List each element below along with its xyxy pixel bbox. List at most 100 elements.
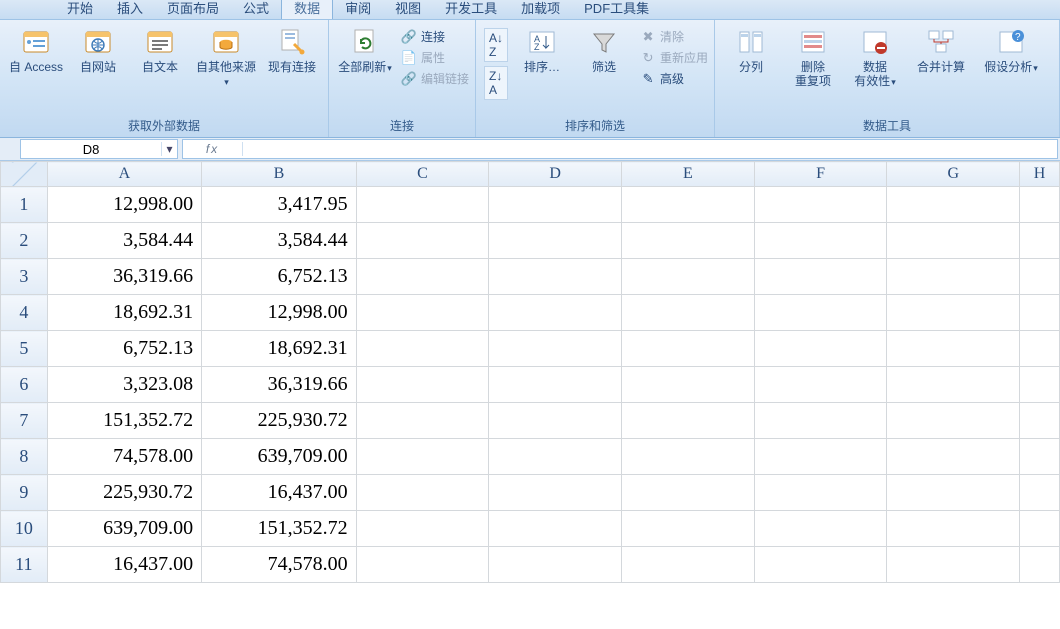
from-web-button[interactable]: 自网站 — [68, 24, 128, 76]
cell-E6[interactable] — [622, 367, 755, 403]
cell-H8[interactable] — [1020, 439, 1060, 475]
cell-A9[interactable]: 225,930.72 — [47, 475, 201, 511]
fx-icon[interactable]: fx — [183, 142, 243, 156]
sort-asc-button[interactable]: A↓Z — [484, 28, 508, 62]
col-header-B[interactable]: B — [202, 162, 356, 187]
name-box-dropdown[interactable]: ▾ — [161, 142, 177, 156]
cell-G6[interactable] — [887, 367, 1020, 403]
cell-C6[interactable] — [356, 367, 489, 403]
cell-G8[interactable] — [887, 439, 1020, 475]
cell-E5[interactable] — [622, 331, 755, 367]
cell-F3[interactable] — [754, 259, 887, 295]
clear-filter-button[interactable]: ✖ 清除 — [640, 28, 708, 45]
cell-F7[interactable] — [754, 403, 887, 439]
cell-H9[interactable] — [1020, 475, 1060, 511]
cell-B11[interactable]: 74,578.00 — [202, 547, 356, 583]
cell-G11[interactable] — [887, 547, 1020, 583]
whatif-button[interactable]: ? 假设分析▾ — [977, 24, 1045, 77]
row-header-3[interactable]: 3 — [1, 259, 48, 295]
cell-A4[interactable]: 18,692.31 — [47, 295, 201, 331]
tab-data[interactable]: 数据 — [281, 0, 333, 19]
cell-G7[interactable] — [887, 403, 1020, 439]
cell-B8[interactable]: 639,709.00 — [202, 439, 356, 475]
cell-G5[interactable] — [887, 331, 1020, 367]
tab-addin[interactable]: 加载项 — [509, 0, 572, 19]
cell-H10[interactable] — [1020, 511, 1060, 547]
cell-C8[interactable] — [356, 439, 489, 475]
cell-C11[interactable] — [356, 547, 489, 583]
cell-C3[interactable] — [356, 259, 489, 295]
cell-B10[interactable]: 151,352.72 — [202, 511, 356, 547]
cell-A6[interactable]: 3,323.08 — [47, 367, 201, 403]
advanced-filter-button[interactable]: ✎ 高级 — [640, 70, 708, 87]
cell-C7[interactable] — [356, 403, 489, 439]
cell-B6[interactable]: 36,319.66 — [202, 367, 356, 403]
cell-H3[interactable] — [1020, 259, 1060, 295]
col-header-F[interactable]: F — [754, 162, 887, 187]
col-header-E[interactable]: E — [622, 162, 755, 187]
from-other-button[interactable]: 自其他来源▾ — [192, 24, 260, 91]
existing-conn-button[interactable]: 现有连接 — [262, 24, 322, 76]
formula-input[interactable] — [243, 142, 1057, 157]
sort-desc-button[interactable]: Z↓A — [484, 66, 508, 100]
cell-E3[interactable] — [622, 259, 755, 295]
row-header-11[interactable]: 11 — [1, 547, 48, 583]
tab-layout[interactable]: 页面布局 — [155, 0, 231, 19]
tab-view[interactable]: 视图 — [383, 0, 433, 19]
filter-button[interactable]: 筛选 — [574, 24, 634, 76]
cell-A11[interactable]: 16,437.00 — [47, 547, 201, 583]
cell-A8[interactable]: 74,578.00 — [47, 439, 201, 475]
row-header-4[interactable]: 4 — [1, 295, 48, 331]
row-header-2[interactable]: 2 — [1, 223, 48, 259]
cell-A7[interactable]: 151,352.72 — [47, 403, 201, 439]
col-header-C[interactable]: C — [356, 162, 489, 187]
cell-A1[interactable]: 12,998.00 — [47, 187, 201, 223]
cell-A10[interactable]: 639,709.00 — [47, 511, 201, 547]
tab-dev[interactable]: 开发工具 — [433, 0, 509, 19]
cell-E4[interactable] — [622, 295, 755, 331]
cell-F8[interactable] — [754, 439, 887, 475]
cell-E1[interactable] — [622, 187, 755, 223]
cell-B4[interactable]: 12,998.00 — [202, 295, 356, 331]
cell-F4[interactable] — [754, 295, 887, 331]
cell-D8[interactable] — [489, 439, 622, 475]
cell-D3[interactable] — [489, 259, 622, 295]
cell-B5[interactable]: 18,692.31 — [202, 331, 356, 367]
select-all-corner[interactable] — [1, 162, 48, 187]
cell-C10[interactable] — [356, 511, 489, 547]
cell-C1[interactable] — [356, 187, 489, 223]
edit-links-button[interactable]: 🔗 编辑链接 — [401, 70, 469, 87]
row-header-10[interactable]: 10 — [1, 511, 48, 547]
cell-F6[interactable] — [754, 367, 887, 403]
col-header-A[interactable]: A — [47, 162, 201, 187]
cell-D1[interactable] — [489, 187, 622, 223]
from-text-button[interactable]: 自文本 — [130, 24, 190, 76]
row-header-5[interactable]: 5 — [1, 331, 48, 367]
text-to-columns-button[interactable]: 分列 — [721, 24, 781, 76]
row-header-7[interactable]: 7 — [1, 403, 48, 439]
cell-H11[interactable] — [1020, 547, 1060, 583]
cell-C4[interactable] — [356, 295, 489, 331]
cell-G2[interactable] — [887, 223, 1020, 259]
tab-formula[interactable]: 公式 — [231, 0, 281, 19]
cell-A3[interactable]: 36,319.66 — [47, 259, 201, 295]
cell-D9[interactable] — [489, 475, 622, 511]
cell-E10[interactable] — [622, 511, 755, 547]
cell-C5[interactable] — [356, 331, 489, 367]
refresh-all-button[interactable]: 全部刷新▾ — [335, 24, 395, 77]
cell-F9[interactable] — [754, 475, 887, 511]
cell-E7[interactable] — [622, 403, 755, 439]
cell-D10[interactable] — [489, 511, 622, 547]
cells-table[interactable]: A B C D E F G H 112,998.003,417.9523,584… — [0, 161, 1060, 583]
tab-insert[interactable]: 插入 — [105, 0, 155, 19]
cell-C9[interactable] — [356, 475, 489, 511]
cell-D2[interactable] — [489, 223, 622, 259]
tab-start[interactable]: 开始 — [55, 0, 105, 19]
cell-H7[interactable] — [1020, 403, 1060, 439]
cell-G1[interactable] — [887, 187, 1020, 223]
col-header-D[interactable]: D — [489, 162, 622, 187]
cell-G9[interactable] — [887, 475, 1020, 511]
sort-button[interactable]: AZ 排序… — [512, 24, 572, 76]
row-header-8[interactable]: 8 — [1, 439, 48, 475]
cell-B7[interactable]: 225,930.72 — [202, 403, 356, 439]
